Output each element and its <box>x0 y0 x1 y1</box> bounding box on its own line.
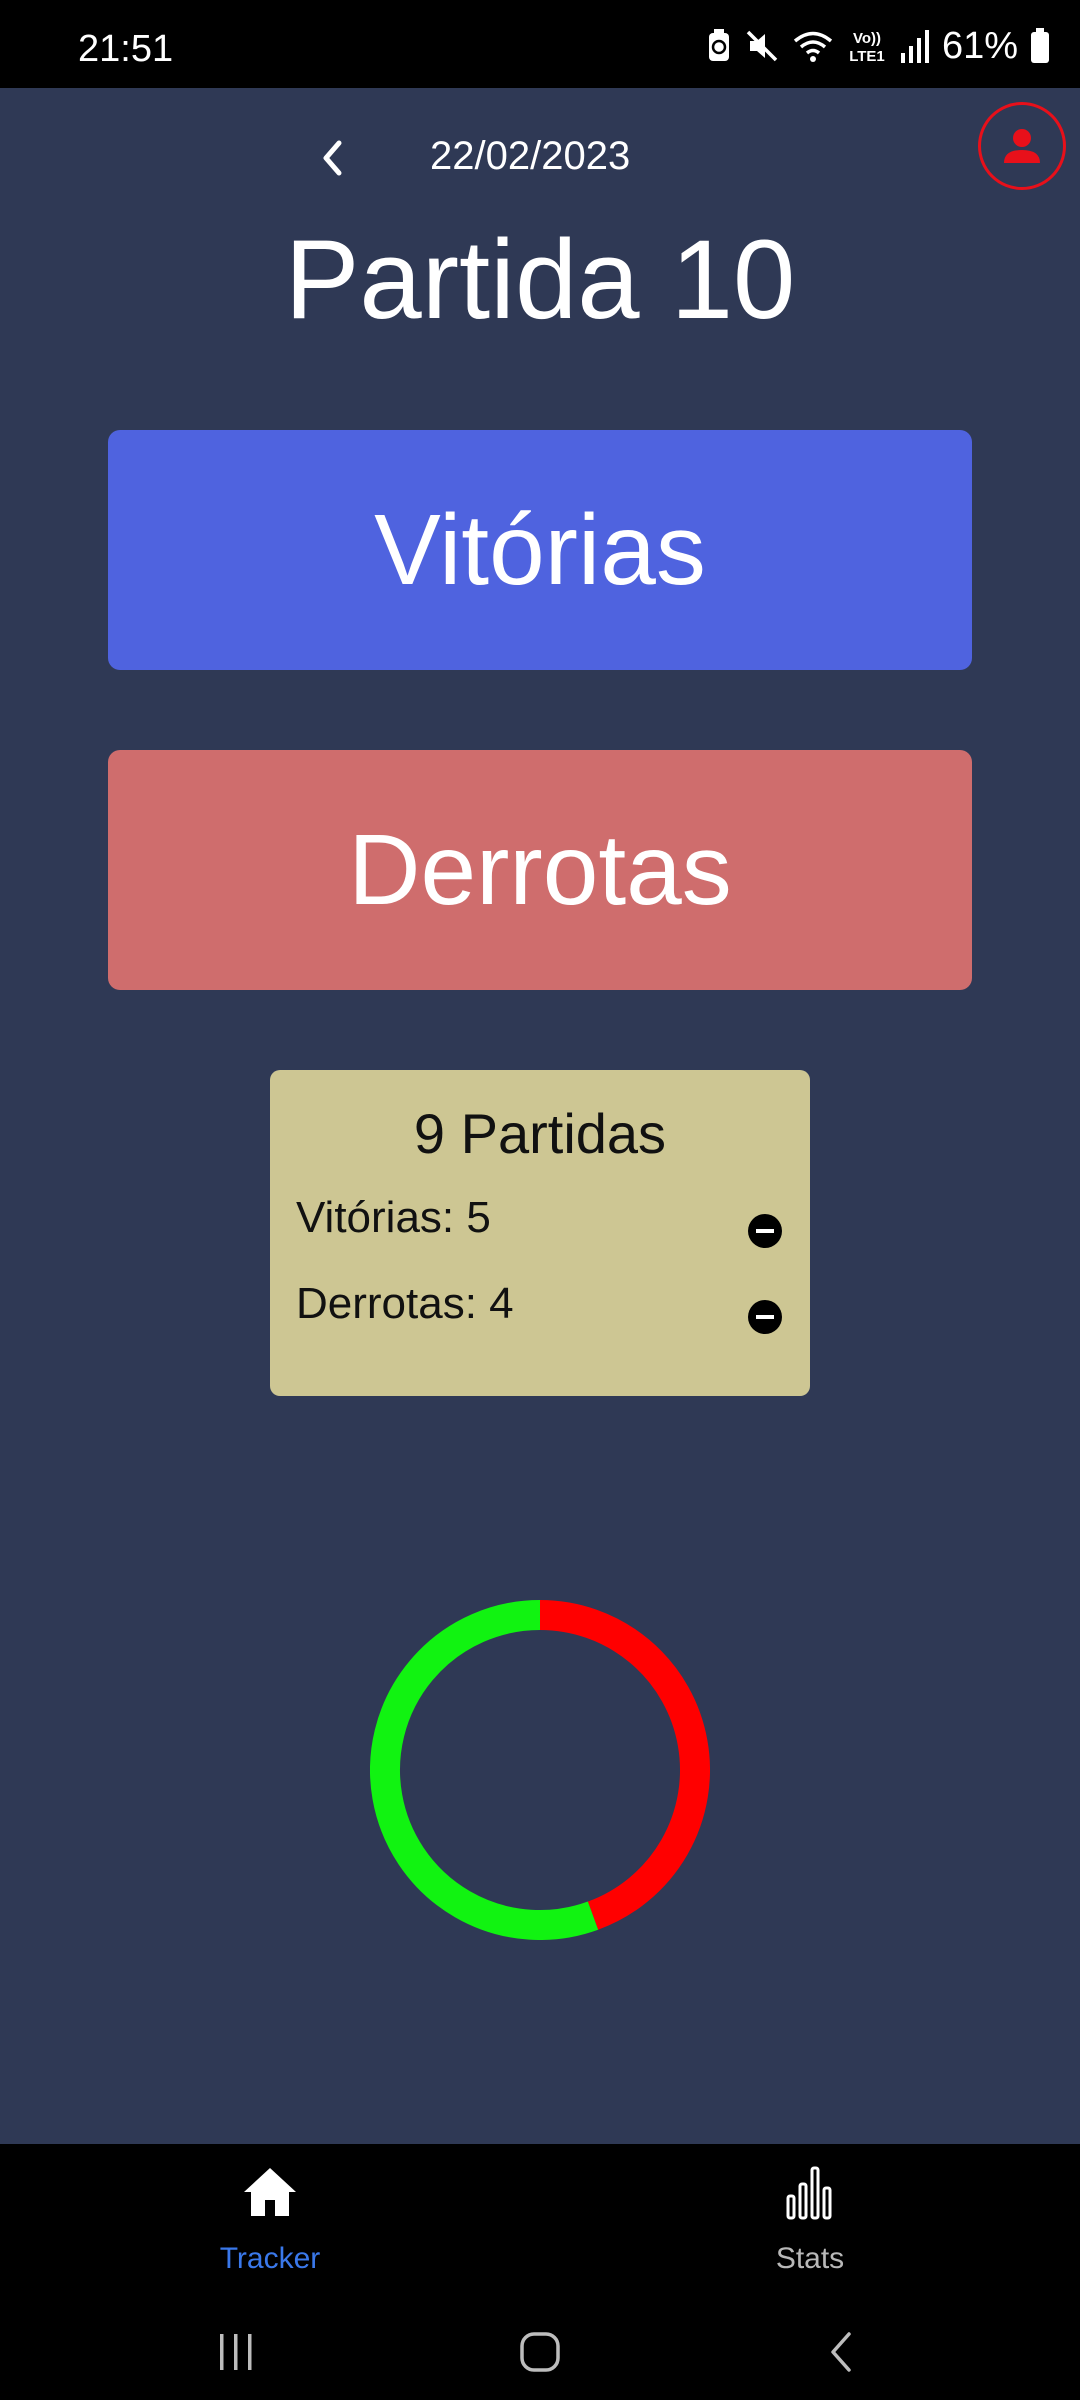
battery-icon <box>1031 28 1049 63</box>
remove-loss-button[interactable] <box>748 1300 782 1334</box>
date-nav: 22/02/2023 <box>300 118 700 198</box>
date-label[interactable]: 22/02/2023 <box>430 136 630 176</box>
bottom-nav: Tracker Stats <box>0 2144 1080 2400</box>
tab-stats-label: Stats <box>775 2242 845 2275</box>
volte-icon: Vo)) LTE1 <box>849 30 885 64</box>
signal-icon <box>900 30 929 63</box>
add-loss-button[interactable]: Derrotas <box>108 750 972 990</box>
status-time: 21:51 <box>78 28 174 70</box>
home-circle-icon <box>520 2332 560 2372</box>
summary-title: 9 Partidas <box>413 1102 667 1165</box>
recent-apps-button[interactable] <box>196 2322 276 2382</box>
donut-slice-vitorias <box>370 1600 599 1940</box>
recents-icon <box>220 2334 252 2370</box>
page-title: Partida 10 <box>284 217 796 342</box>
summary-losses: Derrotas: 4 <box>296 1279 514 1328</box>
tab-tracker[interactable]: Tracker <box>150 2162 390 2292</box>
back-button[interactable] <box>800 2322 880 2382</box>
back-arrow-icon <box>831 2332 851 2372</box>
svg-text:LTE1: LTE1 <box>849 48 885 64</box>
wins-losses-donut-chart <box>370 1600 710 1940</box>
wifi-icon <box>793 31 833 62</box>
home-icon <box>244 2168 296 2216</box>
summary-wins: Vitórias: 5 <box>296 1193 491 1242</box>
battery-percent: 61% <box>941 25 1018 67</box>
tab-tracker-label: Tracker <box>219 2242 321 2275</box>
app-area: 22/02/2023 Partida 10 Vitórias Derrotas … <box>0 88 1080 2144</box>
chevron-left-icon <box>323 140 342 176</box>
donut-slice-derrotas <box>539 1600 710 1930</box>
mute-icon <box>746 30 778 62</box>
status-icons: Vo)) LTE1 61% <box>706 24 1050 68</box>
status-bar: 21:51 Vo)) LTE1 61% <box>0 0 1080 88</box>
remove-win-button[interactable] <box>748 1214 782 1248</box>
summary-card: 9 Partidas Vitórias: 5 Derrotas: 4 <box>270 1070 810 1396</box>
bar-chart-icon <box>786 2166 832 2220</box>
previous-date-button[interactable] <box>300 126 364 190</box>
system-nav-bar <box>0 2310 1080 2400</box>
add-win-button[interactable]: Vitórias <box>108 430 972 670</box>
battery-saver-icon <box>708 29 729 61</box>
home-button[interactable] <box>500 2322 580 2382</box>
profile-button[interactable] <box>978 102 1066 190</box>
tab-stats[interactable]: Stats <box>690 2162 930 2292</box>
svg-text:Vo)): Vo)) <box>853 30 881 47</box>
user-icon <box>1004 129 1040 163</box>
